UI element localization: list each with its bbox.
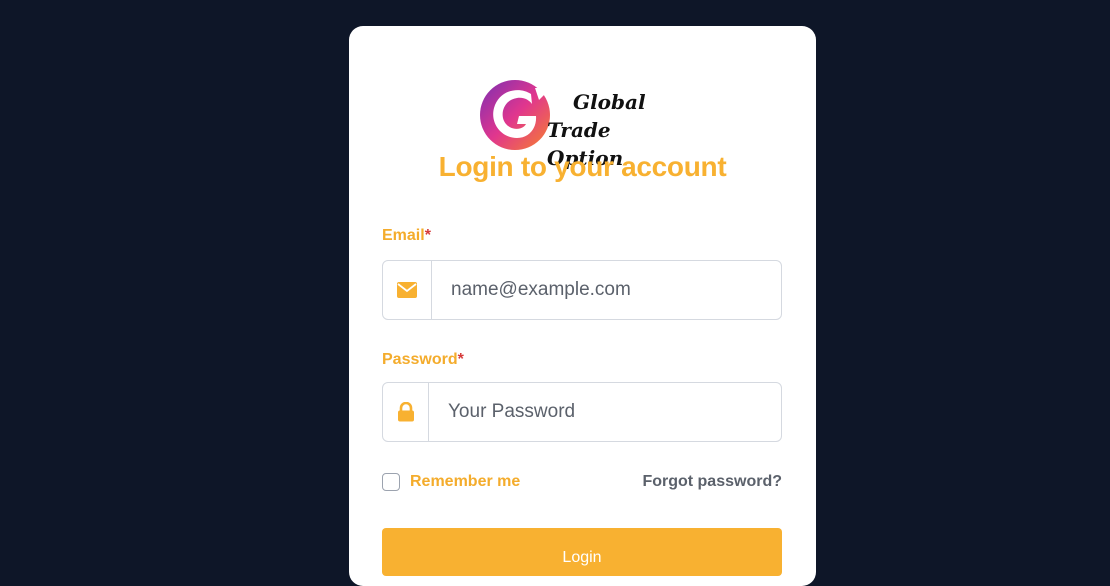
remember-me-row: Remember me: [382, 473, 520, 491]
login-card: Global Trade Option Login to your accoun…: [349, 26, 816, 586]
brand-name-line1: Global: [573, 90, 646, 114]
password-field[interactable]: [429, 383, 781, 441]
remember-me-checkbox[interactable]: [382, 473, 400, 491]
login-button[interactable]: Login: [382, 528, 782, 576]
lock-icon: [397, 402, 414, 422]
email-label: Email*: [382, 227, 431, 245]
brand-logo: Global Trade Option: [479, 78, 689, 170]
password-input-group: [382, 382, 782, 442]
remember-me-label[interactable]: Remember me: [410, 473, 520, 491]
password-addon: [383, 383, 429, 441]
email-required-mark: *: [424, 227, 431, 244]
password-required-mark: *: [457, 351, 464, 368]
email-addon: [383, 261, 432, 319]
email-label-text: Email: [382, 227, 425, 244]
brand-logo-icon: [480, 80, 551, 150]
email-input-group: [382, 260, 782, 320]
password-label-text: Password: [382, 351, 458, 368]
forgot-password-link[interactable]: Forgot password?: [642, 473, 782, 491]
page-title: Login to your account: [438, 151, 727, 182]
envelope-icon: [397, 282, 417, 298]
email-field[interactable]: [432, 261, 781, 319]
password-label: Password*: [382, 351, 464, 369]
